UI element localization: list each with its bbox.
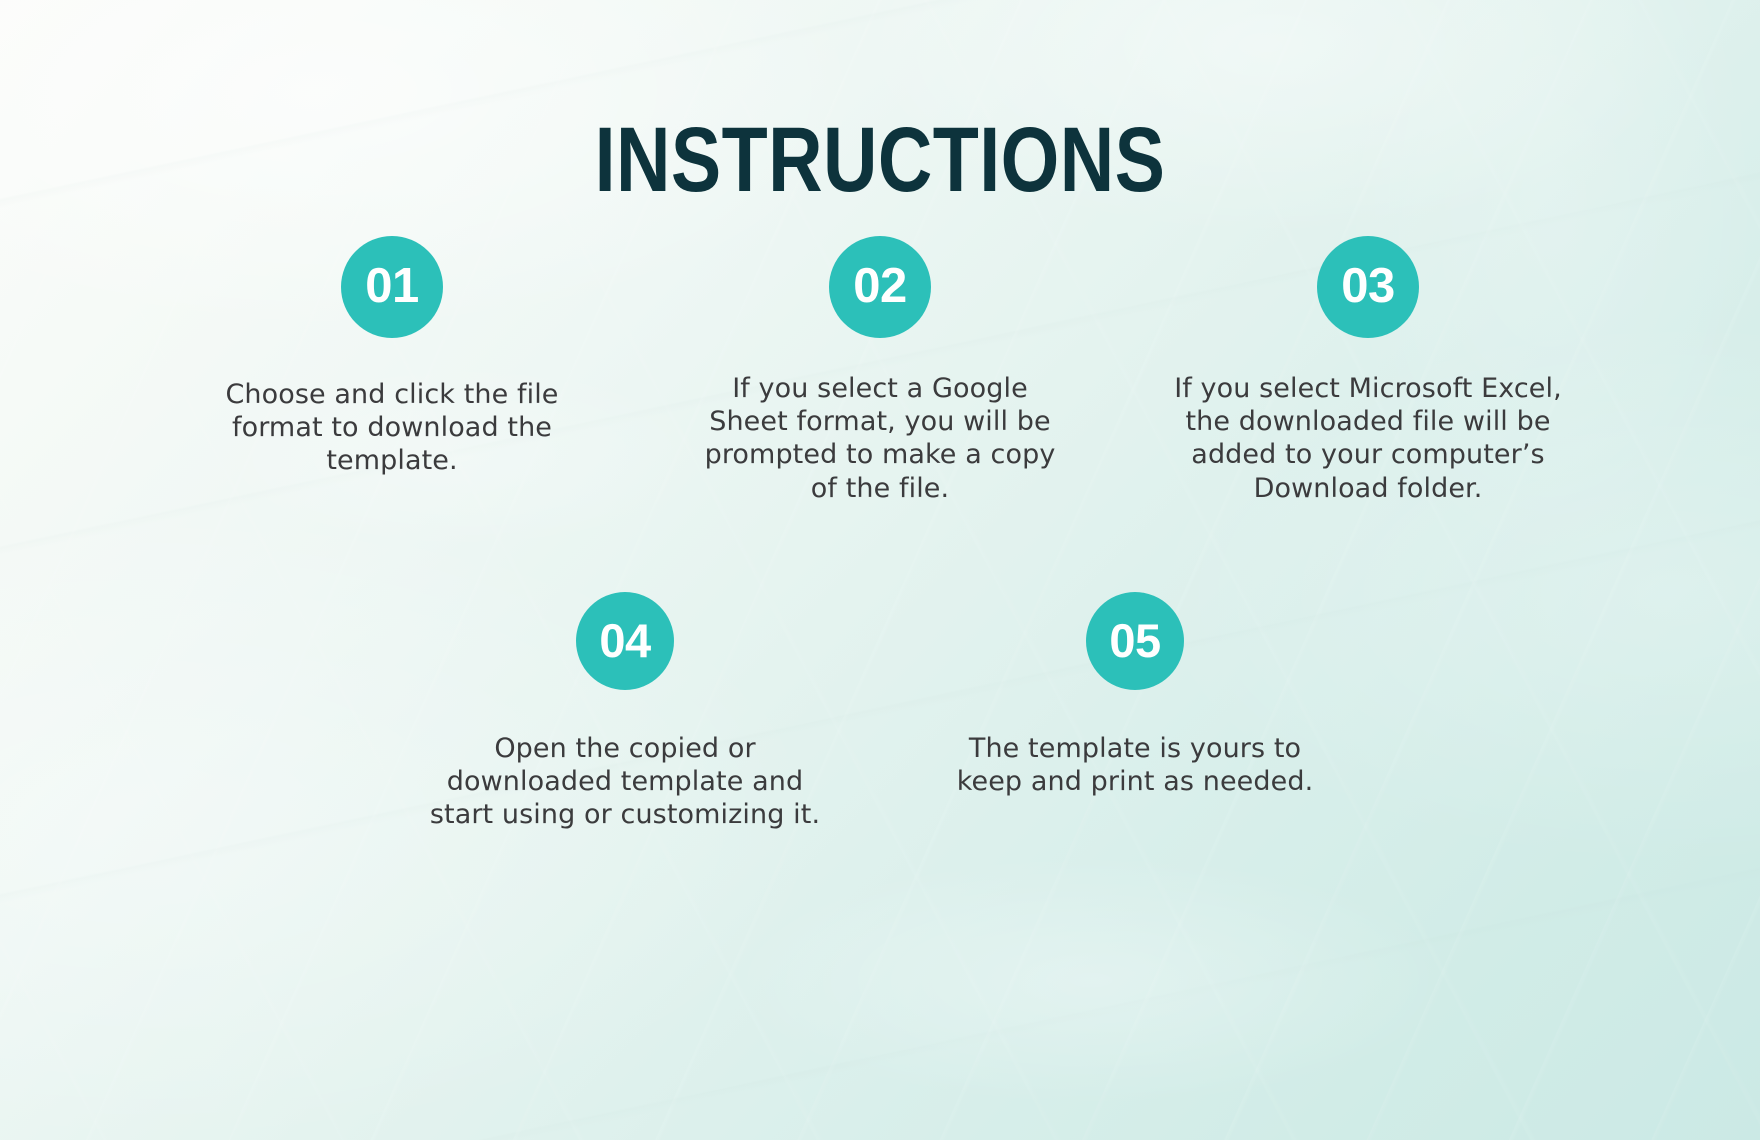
step-item-05: 05 The template is yours to keep and pri… (935, 592, 1335, 798)
step-number-badge-02: 02 (829, 236, 931, 338)
steps-row-bottom: 04 Open the copied or downloaded templat… (60, 592, 1700, 832)
step-number-badge-04: 04 (576, 592, 674, 690)
page-title: INSTRUCTIONS (594, 108, 1166, 211)
step-item-02: 02 If you select a Google Sheet format, … (680, 236, 1080, 505)
step-item-04: 04 Open the copied or downloaded templat… (425, 592, 825, 832)
step-description-02: If you select a Google Sheet format, you… (704, 373, 1056, 504)
instructions-poster: INSTRUCTIONS 01 Choose and click the fil… (0, 0, 1760, 1140)
step-number-badge-03: 03 (1317, 236, 1419, 338)
step-number-badge-01: 01 (341, 236, 443, 338)
step-number-badge-05: 05 (1086, 592, 1184, 690)
step-description-04: Open the copied or downloaded template a… (429, 733, 821, 831)
step-description-05: The template is yours to keep and print … (956, 733, 1314, 798)
step-item-01: 01 Choose and click the file format to d… (192, 236, 592, 478)
step-item-03: 03 If you select Microsoft Excel, the do… (1168, 236, 1568, 505)
step-description-01: Choose and click the file format to down… (225, 379, 559, 477)
steps-row-top: 01 Choose and click the file format to d… (60, 236, 1700, 505)
step-description-03: If you select Microsoft Excel, the downl… (1174, 373, 1562, 504)
